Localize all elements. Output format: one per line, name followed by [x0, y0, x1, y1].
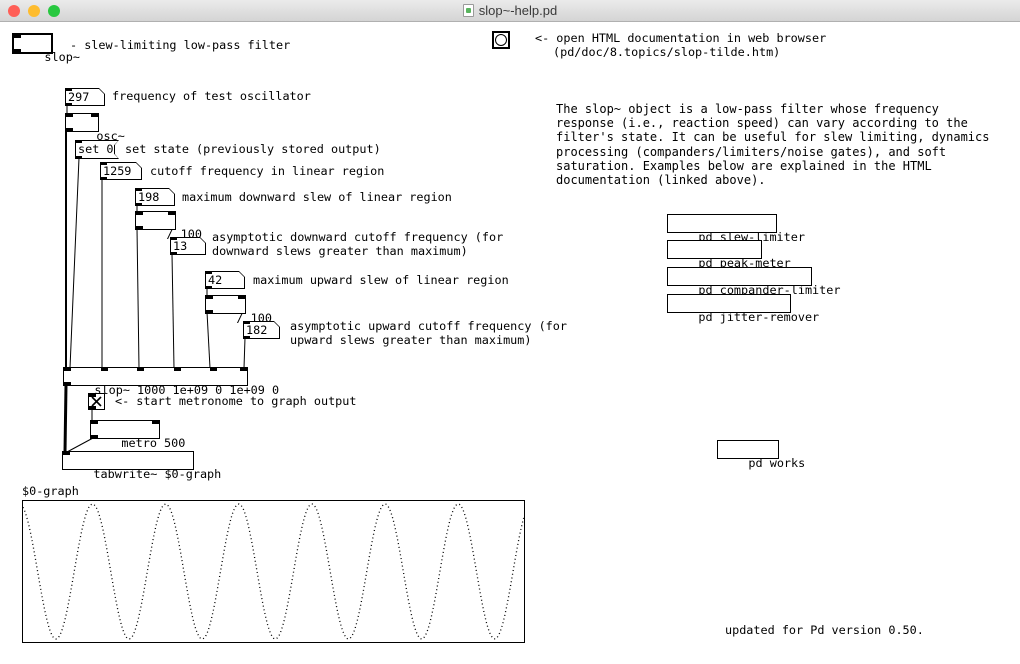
subpatch-slew-limiter[interactable]: pd slew-limiter [667, 214, 777, 233]
down-slew-comment: maximum downward slew of linear region [182, 190, 452, 204]
freq-number-box[interactable]: 297 [65, 88, 105, 106]
close-button[interactable] [8, 5, 20, 17]
set-message-box[interactable]: set 0 [75, 140, 119, 159]
inlet-nub [136, 212, 143, 215]
toggle-comment: <- start metronome to graph output [115, 394, 356, 408]
inlet-nub [63, 452, 70, 455]
inlet-nub [135, 188, 142, 191]
tagline-comment: - slew-limiting low-pass filter [70, 38, 290, 52]
subpatch-compander-limiter[interactable]: pd compander-limiter [667, 267, 812, 286]
zoom-button[interactable] [48, 5, 60, 17]
footer-comment: updated for Pd version 0.50. [725, 623, 924, 637]
graph-label: $0-graph [22, 484, 79, 498]
document-icon [463, 4, 474, 17]
doc-link-comment: <- open HTML documentation in web browse… [535, 31, 826, 59]
inlet-nub [210, 368, 217, 371]
inlet-nub [137, 368, 144, 371]
outlet-nub [89, 406, 96, 409]
patch-canvas: slop~ - slew-limiting low-pass filter <-… [0, 22, 1020, 664]
subpatch-peak-meter[interactable]: pd peak-meter [667, 240, 762, 259]
outlet-nub [66, 128, 73, 131]
osc-object-box: osc~ [65, 113, 99, 132]
minimize-button[interactable] [28, 5, 40, 17]
metronome-toggle[interactable] [88, 393, 105, 410]
set-comment: set state (previously stored output) [125, 142, 381, 156]
inlet-nub [170, 237, 177, 240]
up-slew-number-box[interactable]: 42 [205, 271, 245, 289]
inlet-nub [64, 368, 71, 371]
inlet-nub [14, 35, 21, 38]
inlet-nub [168, 212, 175, 215]
outlet-nub [170, 252, 177, 255]
cutoff-number-box[interactable]: 1259 [100, 162, 142, 180]
up-asym-number-box[interactable]: 182 [243, 321, 280, 339]
inlet-nub [101, 368, 108, 371]
divide-object-box-2: / 100 [205, 295, 246, 314]
bang-circle-icon [495, 34, 507, 46]
waveform-plot [23, 501, 524, 642]
traffic-lights [8, 5, 60, 17]
outlet-nub [243, 336, 250, 339]
inlet-nub [75, 140, 82, 143]
outlet-nub [65, 103, 72, 106]
metro-object-box: metro 500 [90, 420, 160, 439]
inlet-nub [100, 162, 107, 165]
inlet-nub [91, 421, 98, 424]
cutoff-comment: cutoff frequency in linear region [150, 164, 384, 178]
tabwrite-object-box: tabwrite~ $0-graph [62, 451, 194, 470]
slop-main-object-box: slop~ 1000 1e+09 0 1e+09 0 [63, 367, 248, 386]
subpatch-works[interactable]: pd works [717, 440, 779, 459]
inlet-nub [205, 271, 212, 274]
inlet-nub [89, 394, 96, 397]
outlet-nub [135, 203, 142, 206]
outlet-nub [136, 226, 143, 229]
inlet-nub [206, 296, 213, 299]
down-slew-number-box[interactable]: 198 [135, 188, 175, 206]
inlet-nub [152, 421, 159, 424]
outlet-nub [206, 310, 213, 313]
inlet-nub [238, 296, 245, 299]
outlet-nub [75, 156, 82, 159]
description-text: The slop~ object is a low-pass filter wh… [556, 102, 989, 187]
slop-object-box: slop~ [12, 33, 53, 54]
outlet-nub [100, 177, 107, 180]
open-docs-bang-button[interactable] [492, 31, 510, 49]
inlet-nub [240, 368, 247, 371]
waveform-graph [22, 500, 525, 643]
inlet-nub [66, 114, 73, 117]
subpatch-jitter-remover[interactable]: pd jitter-remover [667, 294, 791, 313]
outlet-nub [64, 382, 71, 385]
down-asym-comment: asymptotic downward cutoff frequency (fo… [212, 230, 542, 258]
inlet-nub [243, 321, 250, 324]
inlet-nub [65, 88, 72, 91]
freq-comment: frequency of test oscillator [112, 89, 311, 103]
up-asym-comment: asymptotic upward cutoff frequency (for … [290, 319, 620, 347]
inlet-nub [91, 114, 98, 117]
window-title: slop~-help.pd [479, 3, 557, 18]
window-titlebar: slop~-help.pd [0, 0, 1020, 22]
inlet-nub [174, 368, 181, 371]
outlet-nub [91, 435, 98, 438]
up-slew-comment: maximum upward slew of linear region [253, 273, 509, 287]
down-asym-number-box[interactable]: 13 [170, 237, 206, 255]
divide-object-box-1: / 100 [135, 211, 176, 230]
outlet-nub [14, 49, 21, 52]
outlet-nub [205, 286, 212, 289]
